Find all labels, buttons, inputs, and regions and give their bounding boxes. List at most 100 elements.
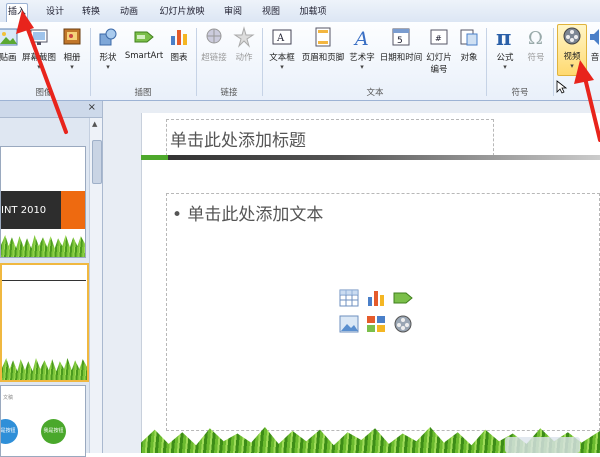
group-label-illustrations: 插图 bbox=[134, 88, 152, 98]
hyperlink-button[interactable]: 超链接 bbox=[200, 26, 228, 63]
film-reel-icon bbox=[563, 27, 581, 45]
ribbon: 贴画 屏幕截图 ▾ 相册 ▾ 图像 形状 ▾ SmartArt 图表 插图 超链… bbox=[0, 22, 600, 101]
globe-link-icon bbox=[206, 28, 222, 44]
shapes-icon bbox=[99, 28, 117, 46]
grass-decoration bbox=[1, 235, 85, 257]
tab-design[interactable]: 设计 bbox=[42, 4, 68, 22]
textbox-button[interactable]: A 文本框 ▾ bbox=[266, 26, 298, 71]
audio-label: 音 bbox=[590, 53, 600, 63]
object-button[interactable]: 对象 bbox=[456, 26, 482, 63]
title-placeholder-text: 单击此处添加标题 bbox=[170, 131, 306, 151]
tab-insert[interactable]: 插入 bbox=[6, 3, 28, 24]
audio-button[interactable]: 音 bbox=[588, 26, 600, 63]
thumbnail-orange-block bbox=[61, 191, 85, 229]
chart-label: 图表 bbox=[170, 53, 188, 63]
symbol-button[interactable]: Ω 符号 bbox=[522, 26, 550, 63]
album-label: 相册 bbox=[63, 53, 81, 63]
tab-slideshow[interactable]: 幻灯片放映 bbox=[156, 4, 208, 22]
watermark bbox=[505, 437, 580, 453]
insert-chart-icon[interactable] bbox=[366, 289, 386, 307]
shapes-button[interactable]: 形状 ▾ bbox=[94, 26, 122, 71]
thumbnail-title-text: INT 2010 bbox=[1, 205, 47, 216]
slides-scrollbar[interactable]: ▲ bbox=[89, 118, 102, 453]
smartart-button[interactable]: SmartArt bbox=[124, 26, 164, 61]
video-label: 视频 bbox=[563, 52, 581, 62]
equation-label: 公式 bbox=[496, 53, 514, 63]
tab-addins[interactable]: 加载项 bbox=[296, 4, 330, 22]
insert-media-icon[interactable] bbox=[393, 315, 413, 333]
group-label-links: 链接 bbox=[220, 88, 238, 98]
datetime-label: 日期和时间 bbox=[379, 53, 423, 63]
group-divider bbox=[486, 28, 487, 96]
tab-review[interactable]: 审阅 bbox=[220, 4, 246, 22]
chevron-down-icon: ▾ bbox=[106, 63, 110, 71]
header-footer-button[interactable]: 页眉和页脚 bbox=[300, 26, 346, 63]
screenshot-icon bbox=[30, 29, 48, 45]
header-footer-label: 页眉和页脚 bbox=[301, 53, 345, 63]
scroll-up-icon[interactable]: ▲ bbox=[92, 120, 97, 128]
slides-panel-header: × bbox=[0, 101, 102, 118]
equation-button[interactable]: π 公式 ▾ bbox=[490, 26, 520, 71]
svg-text:5: 5 bbox=[397, 36, 403, 46]
action-button[interactable]: 动作 bbox=[230, 26, 258, 63]
insert-picture-icon[interactable] bbox=[339, 315, 359, 333]
slide-number-icon: # bbox=[430, 29, 448, 45]
textbox-icon: A bbox=[272, 29, 292, 45]
thumbnail-text: 文稿 bbox=[3, 395, 14, 401]
insert-clipart-icon[interactable] bbox=[366, 315, 386, 333]
group-divider bbox=[262, 28, 263, 96]
scroll-thumb[interactable] bbox=[92, 140, 102, 184]
thumbnail-title-line bbox=[2, 280, 86, 281]
tab-view[interactable]: 视图 bbox=[258, 4, 284, 22]
mouse-cursor-icon bbox=[556, 80, 568, 94]
screenshot-label: 屏幕截图 bbox=[22, 53, 57, 63]
insert-smartart-icon[interactable] bbox=[393, 289, 413, 307]
pi-icon: π bbox=[496, 26, 511, 48]
speaker-icon bbox=[590, 29, 599, 45]
slide-accent-green-bar bbox=[141, 155, 168, 160]
textbox-label: 文本框 bbox=[269, 53, 295, 63]
album-button[interactable]: 相册 ▾ bbox=[58, 26, 86, 71]
svg-text:Ω: Ω bbox=[528, 28, 543, 48]
grass-decoration bbox=[2, 358, 87, 380]
insert-table-icon[interactable] bbox=[339, 289, 359, 307]
group-label-symbols: 符号 bbox=[511, 88, 529, 98]
video-button[interactable]: 视频 ▾ bbox=[557, 24, 587, 76]
symbol-label: 符号 bbox=[527, 53, 545, 63]
group-divider bbox=[90, 28, 91, 96]
action-label: 动作 bbox=[235, 53, 253, 63]
chart-button[interactable]: 图表 bbox=[166, 26, 192, 63]
content-placeholder-text: • 单击此处添加文本 bbox=[172, 205, 324, 225]
chevron-down-icon: ▾ bbox=[360, 63, 364, 71]
smartart-label: SmartArt bbox=[124, 51, 164, 61]
shapes-label: 形状 bbox=[99, 53, 117, 63]
slide-number-button[interactable]: # 幻灯片 编号 bbox=[424, 26, 454, 75]
tab-transitions[interactable]: 转换 bbox=[78, 4, 104, 22]
screenshot-button[interactable]: 屏幕截图 ▾ bbox=[22, 26, 56, 71]
thumbnail-circle-green: 我是按钮 bbox=[41, 419, 66, 444]
chevron-down-icon: ▾ bbox=[503, 63, 507, 71]
svg-text:A: A bbox=[353, 28, 369, 48]
datetime-button[interactable]: 5 日期和时间 bbox=[378, 26, 424, 63]
powerpoint-window: 插入 设计 转换 动画 幻灯片放映 审阅 视图 加载项 贴画 屏幕截图 ▾ 相册… bbox=[0, 0, 600, 457]
omega-icon: Ω bbox=[528, 28, 543, 48]
picture-label: 贴画 bbox=[0, 53, 17, 63]
group-divider bbox=[553, 28, 554, 96]
content-placeholder[interactable] bbox=[166, 193, 600, 431]
slide-thumbnail-3[interactable]: 文稿 我是按钮 我是按钮 bbox=[0, 385, 86, 457]
wordart-button[interactable]: A 艺术字 ▾ bbox=[346, 26, 378, 71]
svg-text:π: π bbox=[496, 26, 511, 48]
slide-thumbnail-1[interactable]: INT 2010 bbox=[0, 146, 86, 258]
hyperlink-label: 超链接 bbox=[201, 53, 227, 63]
wordart-icon: A bbox=[353, 28, 369, 48]
smartart-icon bbox=[134, 31, 154, 43]
tab-animations[interactable]: 动画 bbox=[116, 4, 142, 22]
close-icon[interactable]: × bbox=[88, 102, 96, 113]
header-footer-icon bbox=[315, 27, 331, 47]
picture-button[interactable]: 贴画 bbox=[0, 26, 22, 63]
album-icon bbox=[63, 28, 81, 45]
object-label: 对象 bbox=[460, 53, 478, 63]
slide-thumbnail-2-selected[interactable] bbox=[0, 263, 89, 382]
slide-accent-dark-bar bbox=[168, 155, 600, 160]
slide-number-label-1: 幻灯片 bbox=[426, 53, 452, 63]
